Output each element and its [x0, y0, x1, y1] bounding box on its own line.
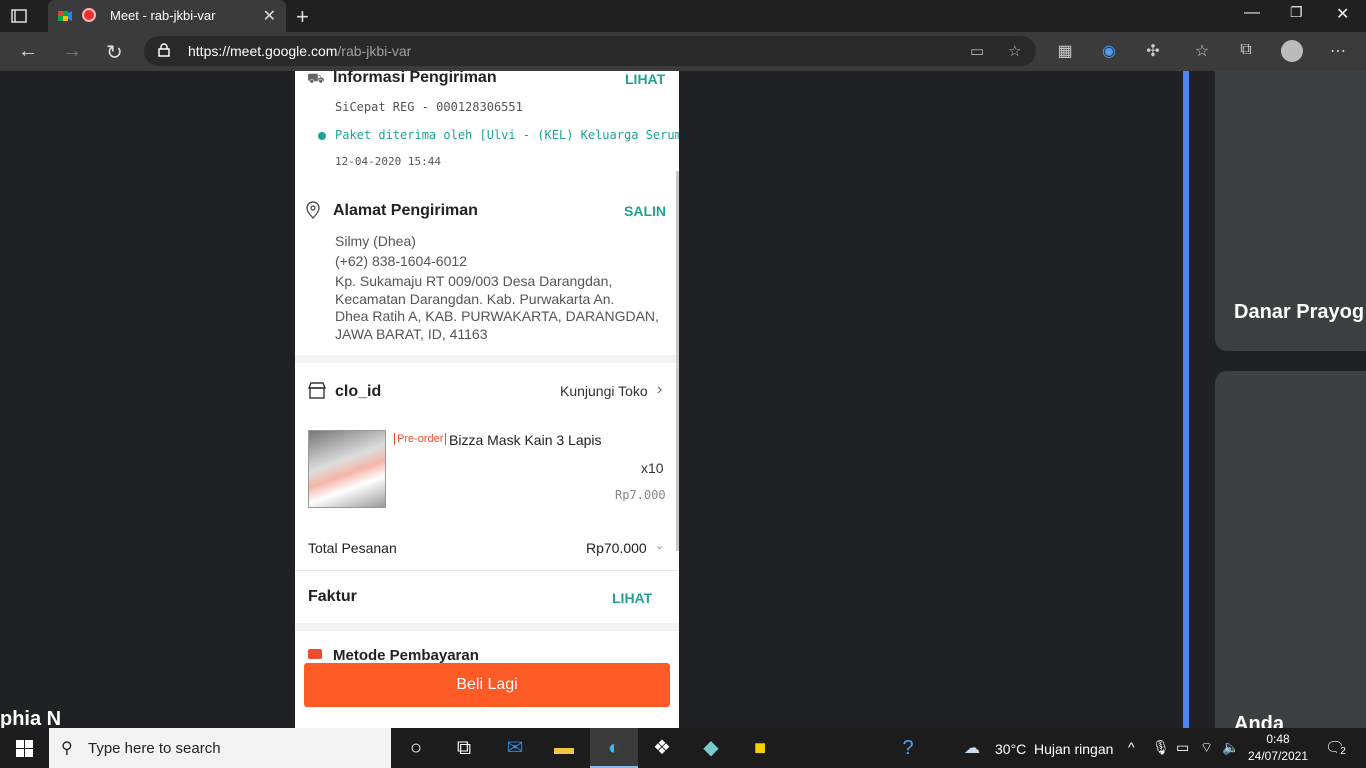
tab-title: Meet - rab-jkbi-var	[110, 8, 216, 23]
minimize-button[interactable]: —	[1244, 4, 1260, 22]
browser-tab-meet[interactable]: Meet - rab-jkbi-var ✕	[48, 0, 286, 32]
extension-color-icon[interactable]: ▦	[1055, 41, 1075, 61]
active-speaker-indicator	[1183, 71, 1189, 728]
total-divider	[295, 570, 679, 571]
git-icon[interactable]: ◆	[699, 736, 723, 760]
url-text: https://meet.google.com/rab-jkbi-var	[188, 43, 411, 59]
delivery-status: Paket diterima oleh [Ulvi - (KEL) Keluar…	[335, 128, 679, 142]
shipping-info-title: Informasi Pengiriman	[333, 71, 497, 86]
chevron-down-icon[interactable]: ⌄	[655, 539, 664, 552]
address-bar[interactable]: https://meet.google.com/rab-jkbi-var ▭ ☆	[144, 36, 1036, 66]
weather-desc[interactable]: Hujan ringan	[1034, 741, 1113, 757]
url-path: /rab-jkbi-var	[337, 43, 412, 59]
wifi-icon[interactable]: ⌔	[1200, 739, 1213, 757]
extension-sync-icon[interactable]: ◉	[1099, 41, 1119, 61]
lock-icon[interactable]	[158, 43, 170, 60]
total-label: Total Pesanan	[308, 540, 397, 556]
payment-icon	[308, 649, 322, 659]
close-tab-icon[interactable]: ✕	[263, 6, 276, 26]
visit-shop-link[interactable]: Kunjungi Toko	[560, 383, 648, 399]
google-meet-icon	[58, 11, 72, 21]
new-tab-button[interactable]: +	[296, 4, 309, 30]
task-view-icon[interactable]: ⧉	[452, 736, 476, 760]
reload-button[interactable]: ↻	[106, 40, 123, 65]
more-menu-icon[interactable]: ⋯	[1328, 41, 1348, 61]
recipient-name: Silmy (Dhea)	[335, 233, 416, 249]
add-favorite-icon[interactable]: ☆	[1008, 42, 1021, 60]
preorder-badge: Pre-order	[394, 433, 447, 445]
status-dot-icon	[318, 132, 326, 140]
shipping-view-link[interactable]: LIHAT	[625, 71, 665, 87]
favorites-icon[interactable]: ☆	[1192, 41, 1212, 61]
help-icon[interactable]: ?	[896, 736, 920, 760]
windows-start-icon[interactable]	[16, 740, 33, 757]
total-value[interactable]: Rp70.000	[586, 540, 647, 556]
participant-name: Danar Prayog	[1234, 301, 1365, 323]
close-window-button[interactable]: ✕	[1336, 4, 1349, 24]
section-divider	[295, 623, 679, 631]
collections-icon[interactable]: ⧉	[1236, 41, 1256, 61]
shop-icon	[307, 382, 327, 405]
self-tile[interactable]: Anda	[1215, 371, 1366, 735]
address-line-2: Kecamatan Darangdan. Kab. Purwakarta An.	[335, 291, 615, 307]
chevron-right-icon: ›	[657, 381, 663, 398]
copy-address-link[interactable]: SALIN	[624, 203, 666, 219]
delivery-timestamp: 12-04-2020 15:44	[335, 155, 441, 168]
product-name[interactable]: Bizza Mask Kain 3 Lapis	[449, 432, 602, 448]
mail-icon[interactable]: ✉	[503, 736, 527, 760]
url-host: https://meet.google.com	[188, 43, 338, 59]
notification-count: 2	[1337, 746, 1349, 758]
tab-actions-icon[interactable]	[10, 7, 28, 25]
location-pin-icon	[305, 201, 321, 224]
restore-button[interactable]: ❐	[1290, 4, 1303, 21]
buy-again-button[interactable]: Beli Lagi	[304, 663, 670, 707]
recording-icon	[82, 8, 96, 22]
file-explorer-icon[interactable]: ▬	[552, 736, 576, 760]
clock-date: 24/07/2021	[1247, 749, 1309, 763]
weather-cloud-icon[interactable]: ☁	[964, 738, 980, 758]
windows-taskbar: ⚲ Type here to search ○ ⧉ ✉ ▬ ◐ ❖ ◆ ■ ? …	[0, 728, 1366, 768]
product-price: Rp7.000	[615, 488, 666, 502]
truck-icon: ⛟	[307, 71, 325, 86]
scrollbar[interactable]	[676, 171, 679, 551]
edge-browser-icon[interactable]: ◐	[602, 736, 626, 760]
shared-screen-order-detail: ⛟ Informasi Pengiriman LIHAT SiCepat REG…	[295, 71, 679, 728]
search-icon: ⚲	[61, 740, 73, 757]
weather-temp[interactable]: 30°C	[995, 741, 1026, 757]
cortana-icon[interactable]: ○	[404, 736, 428, 760]
payment-method-title: Metode Pembayaran	[333, 647, 479, 664]
camera-in-use-icon[interactable]: ▭	[970, 42, 984, 60]
taskbar-clock[interactable]: 0:48 24/07/2021	[1246, 732, 1310, 763]
microphone-icon[interactable]: 🎙	[1152, 739, 1170, 756]
product-image[interactable]	[308, 430, 386, 508]
taskbar-search-box[interactable]: ⚲ Type here to search	[49, 728, 391, 768]
profile-avatar[interactable]	[1281, 40, 1303, 62]
extensions-puzzle-icon[interactable]: ✣	[1143, 41, 1163, 61]
section-divider	[295, 355, 679, 363]
forward-button[interactable]: →	[62, 40, 82, 63]
dropbox-icon[interactable]: ❖	[650, 736, 674, 760]
participant-tile[interactable]: Danar Prayog	[1215, 71, 1366, 351]
shop-name: clo_id	[335, 383, 382, 400]
address-line-1: Kp. Sukamaju RT 009/003 Desa Darangdan,	[335, 273, 613, 289]
sticky-notes-icon[interactable]: ■	[748, 736, 772, 760]
show-hidden-icons-icon[interactable]: ^	[1128, 739, 1135, 755]
address-title: Alamat Pengiriman	[333, 202, 478, 219]
invoice-view-link[interactable]: LIHAT	[612, 590, 652, 606]
browser-toolbar: ← → ↻ https://meet.google.com/rab-jkbi-v…	[0, 32, 1366, 71]
back-button[interactable]: ←	[18, 40, 38, 63]
address-line-3: Dhea Ratih A, KAB. PURWAKARTA, DARANGDAN…	[335, 308, 659, 324]
invoice-label: Faktur	[308, 588, 357, 605]
recipient-phone: (+62) 838-1604-6012	[335, 253, 467, 269]
clock-time: 0:48	[1266, 732, 1290, 746]
volume-icon[interactable]: 🔈	[1222, 739, 1239, 756]
browser-tab-bar: Meet - rab-jkbi-var ✕ + — ❐ ✕	[0, 0, 1366, 32]
search-placeholder: Type here to search	[88, 740, 221, 757]
battery-icon[interactable]: ▭	[1176, 739, 1189, 756]
product-quantity: x10	[641, 460, 664, 476]
address-line-4: JAWA BARAT, ID, 41163	[335, 326, 488, 342]
courier-tracking: SiCepat REG - 000128306551	[335, 100, 523, 114]
